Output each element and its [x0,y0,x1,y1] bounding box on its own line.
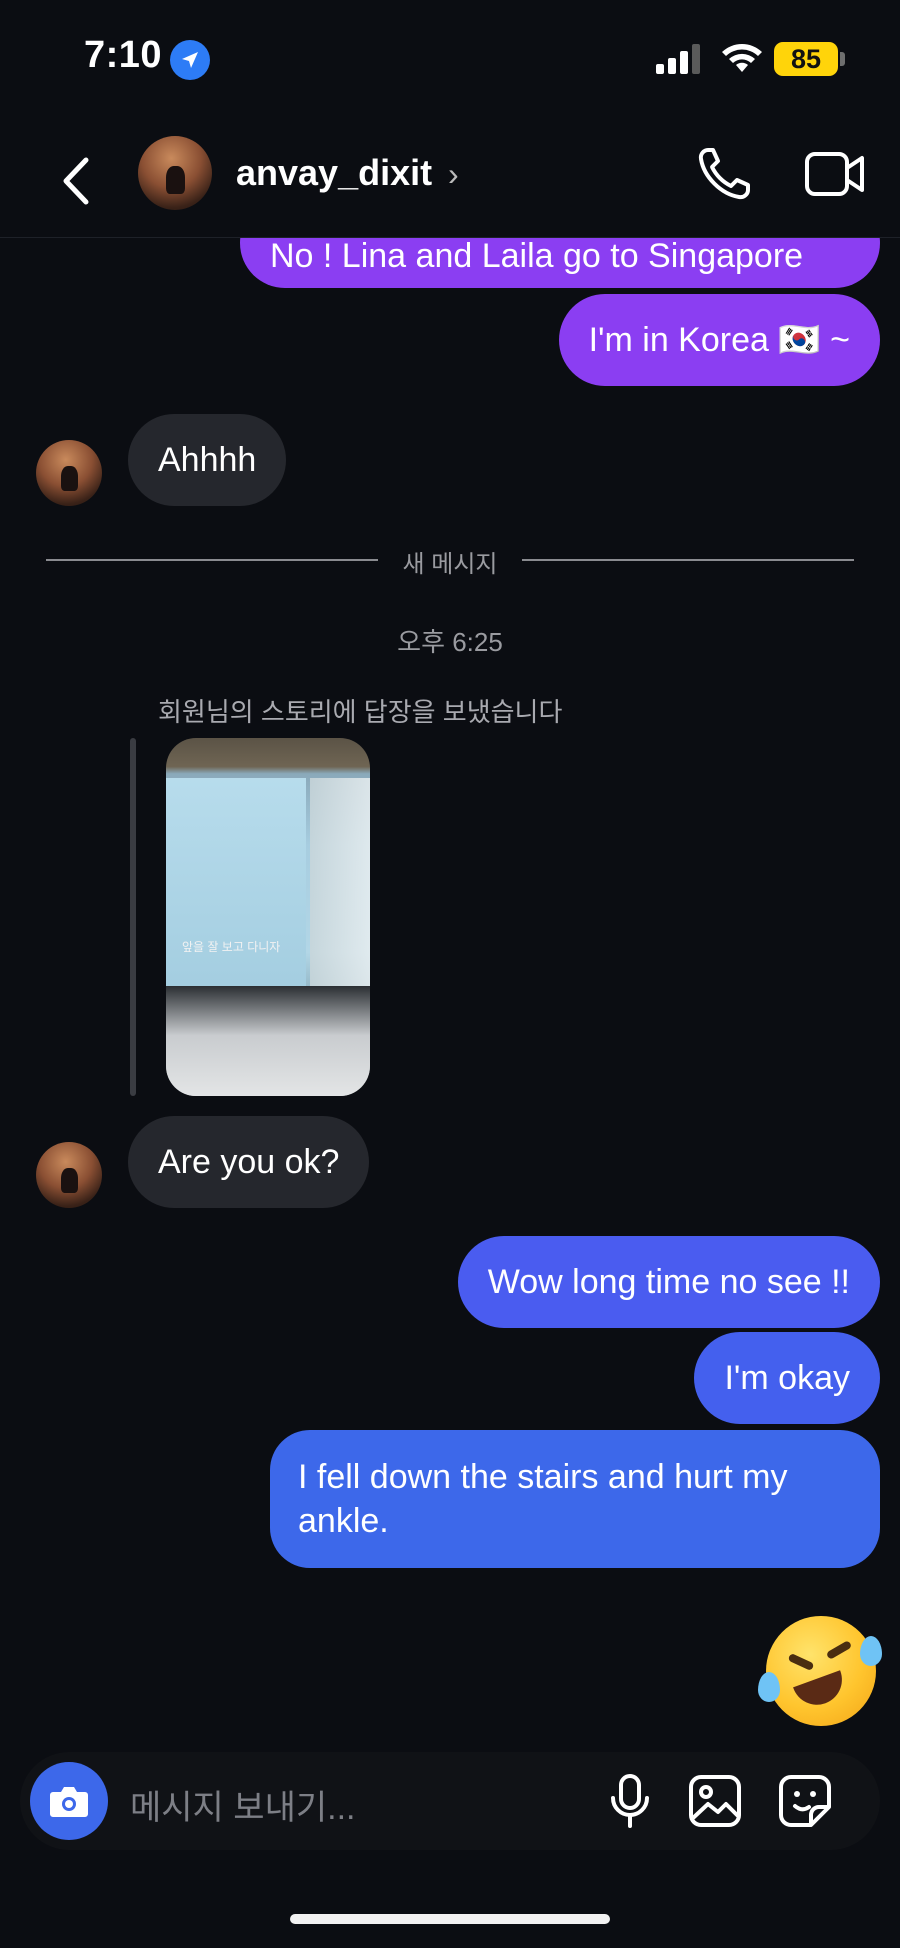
message-timestamp: 오후 6:25 [397,627,503,657]
mouth [793,1670,849,1712]
video-call-button[interactable] [804,146,866,202]
status-bar: 7:10 85 [0,0,900,120]
avatar[interactable] [36,440,102,506]
wifi-icon [722,44,762,72]
sticker-button[interactable] [778,1774,832,1828]
story-thumbnail[interactable]: 앞을 잘 보고 다니자 [166,738,370,1096]
tear [758,1672,780,1702]
new-messages-divider: 새 메시지 [46,544,854,578]
outgoing-message[interactable]: I'm okay [694,1332,880,1424]
status-time: 7:10 [84,34,163,76]
message-composer: 메시지 보내기... [20,1752,880,1850]
location-arrow-icon [170,40,210,80]
avatar[interactable] [138,136,212,210]
battery-cap [840,52,845,66]
story-reply-caption: 회원님의 스토리에 답장을 보냈습니다 [158,697,563,727]
laughing-emoji-icon[interactable] [758,1616,882,1726]
back-button[interactable] [50,146,100,216]
story-reply-bar [130,738,136,1096]
message-input[interactable]: 메시지 보내기... [130,1780,355,1829]
divider-line [522,559,854,561]
phone-call-button[interactable] [694,144,754,204]
microphone-button[interactable] [606,1774,654,1828]
outgoing-message[interactable]: No ! Lina and Laila go to Singapore [240,238,880,288]
story-window [166,778,306,998]
outgoing-message[interactable]: Wow long time no see !! [457,1236,880,1328]
message-list[interactable]: No ! Lina and Laila go to Singapore I'm … [0,238,900,1748]
camera-button[interactable] [30,1762,108,1840]
cellular-signal-icon [656,44,700,74]
gallery-button[interactable] [688,1774,742,1828]
camera-icon [50,1787,88,1817]
eye [825,1640,853,1660]
chevron-right-icon[interactable]: › [448,156,459,193]
divider-label: 새 메시지 [402,551,498,578]
avatar[interactable] [36,1142,102,1208]
eye [787,1652,815,1672]
chat-header: anvay_dixit › [0,120,900,238]
tear [860,1636,882,1666]
chevron-left-icon [63,157,89,205]
incoming-message[interactable]: Are you ok? [128,1116,370,1208]
story-curtain [310,778,370,1008]
outgoing-message[interactable]: I fell down the stairs and hurt my ankle… [270,1430,880,1568]
story-bed [166,986,370,1096]
incoming-message[interactable]: Ahhhh [128,414,287,506]
home-indicator[interactable] [290,1914,610,1924]
battery-indicator: 85 [774,42,838,76]
outgoing-message[interactable]: I'm in Korea 🇰🇷 ~ [558,294,880,386]
story-overlay-text: 앞을 잘 보고 다니자 [182,940,281,954]
chat-username[interactable]: anvay_dixit [236,152,432,194]
